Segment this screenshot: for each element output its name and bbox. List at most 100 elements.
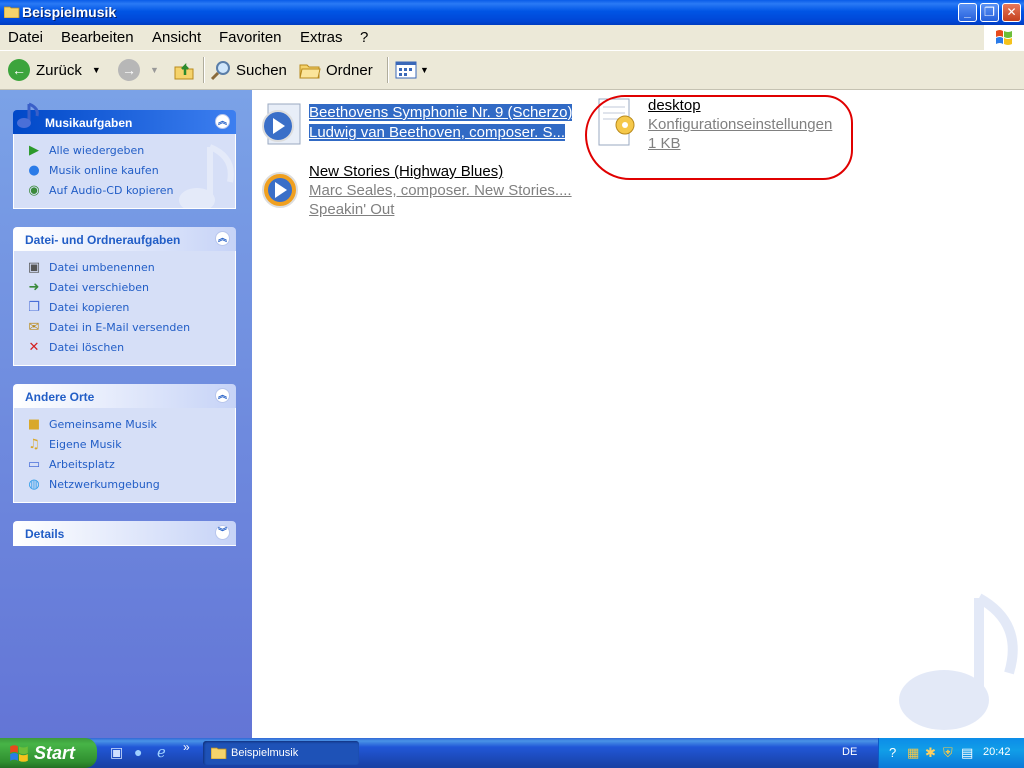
task-label: Musik online kaufen xyxy=(49,163,159,177)
language-indicator[interactable]: DE xyxy=(842,746,857,758)
music-tasks-header[interactable]: Musikaufgaben ︽ xyxy=(13,102,236,134)
collapse-icon[interactable]: ︽ xyxy=(215,114,230,129)
search-label: Suchen xyxy=(236,61,287,79)
menu-extras[interactable]: Extras xyxy=(300,29,343,46)
computer-icon: ▭ xyxy=(27,456,41,472)
close-button[interactable]: ✕ xyxy=(1002,3,1021,22)
panel-title: Datei- und Ordneraufgaben xyxy=(25,233,181,247)
taskbar-window-button[interactable]: Beispielmusik xyxy=(203,741,359,765)
folder-icon xyxy=(211,747,227,759)
menu-favoriten[interactable]: Favoriten xyxy=(219,29,282,46)
expand-icon[interactable]: ︾ xyxy=(215,525,230,540)
folders-button[interactable]: Ordner xyxy=(299,51,373,89)
task-label: Datei umbenennen xyxy=(49,260,155,274)
system-tray: ? ▦ ✱ ⛨ ▤ 20:42 xyxy=(878,738,1024,768)
panel-title: Musikaufgaben xyxy=(45,116,133,130)
cd-burn-icon: ◉ xyxy=(28,182,40,198)
menu-bar: Datei Bearbeiten Ansicht Favoriten Extra… xyxy=(0,25,1024,51)
media-player-icon[interactable]: ● xyxy=(134,744,142,760)
shield-icon[interactable]: ⛨ xyxy=(943,745,953,761)
maximize-button[interactable]: ❐ xyxy=(980,3,999,22)
place-network[interactable]: ◍ Netzwerkumgebung xyxy=(14,474,235,494)
file-item-beethoven[interactable]: Beethovens Symphonie Nr. 9 (Scherzo) Lud… xyxy=(252,90,592,150)
back-arrow-icon: ← xyxy=(8,59,30,81)
music-note-watermark-icon xyxy=(179,144,234,208)
folders-icon xyxy=(299,64,321,79)
network-tray-icon[interactable]: ▦ xyxy=(907,745,919,761)
details-header[interactable]: Details ︾ xyxy=(13,521,236,546)
place-my-computer[interactable]: ▭ Arbeitsplatz xyxy=(14,454,235,474)
up-folder-button[interactable] xyxy=(173,51,195,89)
task-label: Datei verschieben xyxy=(49,280,149,294)
minimize-button[interactable]: _ xyxy=(958,3,977,22)
task-label: Alle wiedergeben xyxy=(49,143,145,157)
taskbar-window-label: Beispielmusik xyxy=(231,747,299,759)
file-name: Beethovens Symphonie Nr. 9 (Scherzo) xyxy=(309,104,573,121)
keyboard-icon[interactable]: ▤ xyxy=(961,745,973,761)
internet-explorer-icon[interactable]: ℯ xyxy=(157,743,166,761)
title-bar: Beispielmusik _ ❐ ✕ xyxy=(0,0,1024,25)
security-icon[interactable]: ✱ xyxy=(925,745,936,761)
chevron-down-icon: ▼ xyxy=(150,65,159,75)
file-album: Speakin' Out xyxy=(309,201,395,218)
forward-button[interactable]: → ▼ xyxy=(118,51,159,89)
annotation-circle xyxy=(585,95,853,180)
views-button[interactable]: ▼ xyxy=(395,51,429,89)
place-my-music[interactable]: ♫ Eigene Musik xyxy=(14,434,235,454)
other-places-body: ■ Gemeinsame Musik ♫ Eigene Musik ▭ Arbe… xyxy=(13,408,236,503)
task-label: Datei in E-Mail versenden xyxy=(49,320,191,334)
task-pane: Musikaufgaben ︽ ▶ Alle wiedergeben ● Mus… xyxy=(0,90,252,738)
collapse-icon[interactable]: ︽ xyxy=(215,231,230,246)
folders-label: Ordner xyxy=(326,61,373,79)
music-note-watermark-icon xyxy=(899,593,1018,730)
task-label: Eigene Musik xyxy=(49,437,122,451)
taskbar: Start ▣ ● ℯ » Beispielmusik DE ? ▦ ✱ ⛨ ▤… xyxy=(0,738,1024,768)
task-label: Netzwerkumgebung xyxy=(49,477,160,491)
folder-up-icon xyxy=(174,62,194,80)
task-label: Auf Audio-CD kopieren xyxy=(49,183,174,197)
toolbar-separator xyxy=(203,57,205,83)
search-icon xyxy=(210,61,230,81)
task-label: Datei kopieren xyxy=(49,300,130,314)
minimize-icon: _ xyxy=(964,5,971,19)
restore-icon: ❐ xyxy=(984,5,995,19)
email-icon: ✉ xyxy=(28,319,40,335)
place-shared-music[interactable]: ■ Gemeinsame Musik xyxy=(14,414,235,434)
file-tasks-header[interactable]: Datei- und Ordneraufgaben ︽ xyxy=(13,227,236,251)
task-rename[interactable]: ▣ Datei umbenennen xyxy=(14,257,235,277)
start-button[interactable]: Start xyxy=(0,738,97,768)
task-move[interactable]: ➜ Datei verschieben xyxy=(14,277,235,297)
menu-ansicht[interactable]: Ansicht xyxy=(152,29,201,46)
menu-bearbeiten[interactable]: Bearbeiten xyxy=(61,29,134,46)
folder-icon xyxy=(4,6,20,18)
windows-flag-icon xyxy=(10,745,28,762)
music-tasks-panel: Musikaufgaben ︽ ▶ Alle wiedergeben ● Mus… xyxy=(13,102,236,209)
chevron-down-icon[interactable]: ▼ xyxy=(92,65,101,75)
music-note-icon xyxy=(17,102,39,128)
views-icon xyxy=(395,61,417,79)
file-item-new-stories[interactable]: New Stories (Highway Blues) Marc Seales,… xyxy=(252,158,592,224)
task-delete[interactable]: ✕ Datei löschen xyxy=(14,337,235,357)
task-email[interactable]: ✉ Datei in E-Mail versenden xyxy=(14,317,235,337)
toolbar-separator xyxy=(387,57,389,83)
other-places-header[interactable]: Andere Orte ︽ xyxy=(13,384,236,408)
folder-icon: ■ xyxy=(27,416,41,432)
file-description: Ludwig van Beethoven, composer. S... xyxy=(309,124,565,141)
help-icon[interactable]: ? xyxy=(889,745,896,760)
panel-title: Details xyxy=(25,527,65,541)
quicklaunch-more-icon[interactable]: » xyxy=(183,740,190,754)
search-button[interactable]: Suchen xyxy=(210,51,287,89)
toolbar: ← Zurück ▼ → ▼ Suchen Ordner ▼ xyxy=(0,51,1024,90)
collapse-icon[interactable]: ︽ xyxy=(215,388,230,403)
file-tasks-body: ▣ Datei umbenennen ➜ Datei verschieben ❐… xyxy=(13,251,236,366)
desktop-icon[interactable]: ▣ xyxy=(110,744,123,761)
close-icon: ✕ xyxy=(1006,5,1017,19)
menu-help[interactable]: ? xyxy=(360,29,368,46)
back-button[interactable]: ← Zurück ▼ xyxy=(8,51,101,89)
file-name: New Stories (Highway Blues) xyxy=(309,163,504,180)
task-copy[interactable]: ❐ Datei kopieren xyxy=(14,297,235,317)
menu-datei[interactable]: Datei xyxy=(8,29,43,46)
start-label: Start xyxy=(34,742,76,763)
network-icon: ◍ xyxy=(28,476,40,492)
clock[interactable]: 20:42 xyxy=(983,746,1011,758)
